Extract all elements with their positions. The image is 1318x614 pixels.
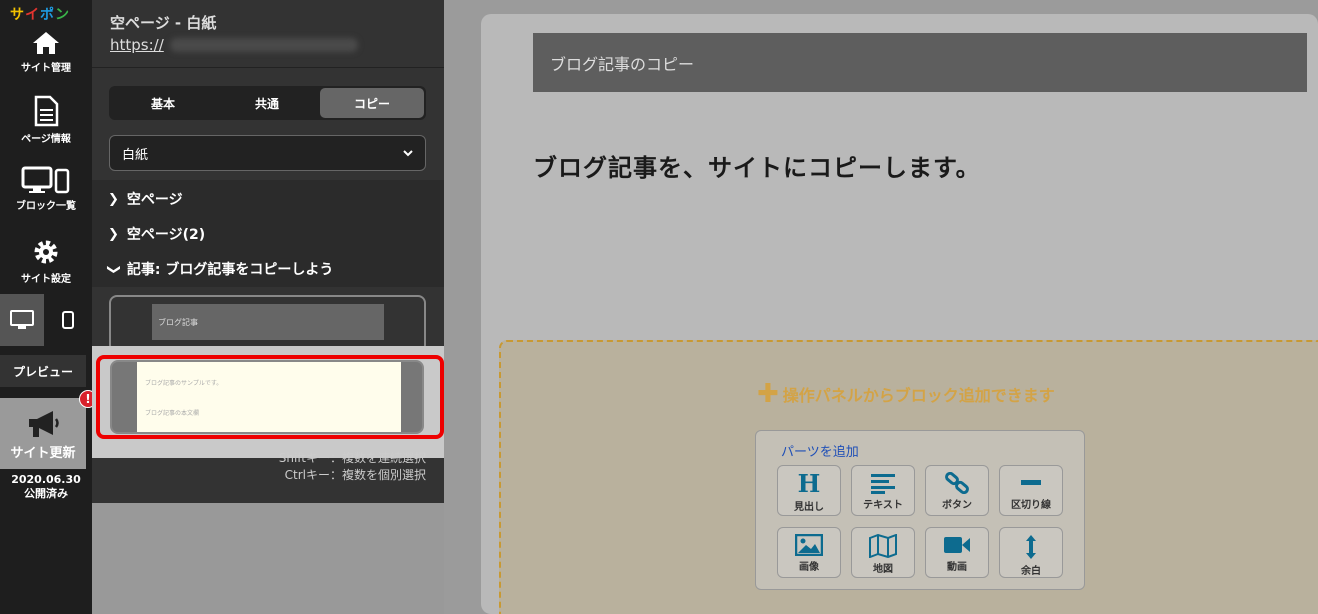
tree-item-empty-page[interactable]: ❯ 空ページ bbox=[108, 189, 183, 209]
tab-basic[interactable]: 基本 bbox=[111, 88, 215, 118]
parts-title: パーツを追加 bbox=[781, 445, 859, 460]
hint-shift: Shiftキー：複数を連続選択 bbox=[278, 451, 426, 465]
link-icon bbox=[945, 472, 969, 494]
tree-item-label: 記事: ブログ記事をコピーしよう bbox=[126, 262, 334, 278]
chevron-down-icon: ❯ bbox=[105, 263, 121, 275]
chevron-down-icon bbox=[403, 150, 413, 157]
logo-char: イ bbox=[25, 7, 40, 23]
heading-icon: H bbox=[797, 469, 821, 498]
monitor-mobile-icon bbox=[21, 166, 70, 194]
page-title: 空ページ - 白紙 bbox=[110, 14, 217, 32]
part-label: 画像 bbox=[799, 562, 819, 573]
url-redacted bbox=[170, 38, 358, 52]
preview-button[interactable]: プレビュー bbox=[0, 355, 86, 387]
part-label: テキスト bbox=[863, 500, 903, 511]
thumbnail-text: ブログ記事 bbox=[152, 304, 384, 340]
template-tree: ❯ 空ページ ❯ 空ページ(2) ❯ 記事: ブログ記事をコピーしよう bbox=[92, 180, 444, 287]
publish-date: 2020.06.30 bbox=[11, 473, 81, 486]
page-url-link[interactable]: https:// bbox=[110, 36, 164, 54]
add-block-text: 操作パネルからブロック追加できます bbox=[782, 386, 1055, 405]
panel-header: 空ページ - 白紙 https:// bbox=[92, 0, 444, 68]
copy-block-bar[interactable]: ブログ記事のコピー bbox=[533, 33, 1307, 92]
nav-site-settings[interactable]: サイト設定 bbox=[0, 237, 92, 285]
nav-label: サイト管理 bbox=[21, 63, 71, 74]
part-heading-button[interactable]: H 見出し bbox=[777, 465, 841, 516]
divider-icon bbox=[1021, 480, 1041, 485]
page-heading[interactable]: ブログ記事を、サイトにコピーします。 bbox=[533, 148, 981, 183]
selection-highlight bbox=[96, 355, 444, 439]
part-label: 動画 bbox=[947, 562, 967, 573]
part-label: 見出し bbox=[794, 502, 824, 513]
map-icon bbox=[869, 534, 897, 558]
tree-item-label: 空ページ bbox=[126, 192, 183, 208]
template-select[interactable]: 白紙 bbox=[109, 135, 426, 171]
part-video-button[interactable]: 動画 bbox=[925, 527, 989, 578]
device-pc-button[interactable] bbox=[0, 294, 44, 346]
megaphone-icon bbox=[29, 411, 59, 437]
tree-item-empty-page-2[interactable]: ❯ 空ページ(2) bbox=[108, 224, 205, 244]
tree-item-blog-article[interactable]: ❯ 記事: ブログ記事をコピーしよう bbox=[105, 259, 334, 279]
chevron-right-icon: ❯ bbox=[108, 226, 119, 242]
chevron-right-icon: ❯ bbox=[108, 191, 119, 207]
nav-label: ブロック一覧 bbox=[16, 201, 76, 212]
part-image-button[interactable]: 画像 bbox=[777, 527, 841, 578]
spacing-icon bbox=[1026, 535, 1036, 559]
publish-info: 2020.06.30 公開済み bbox=[0, 473, 92, 501]
sidebar-rail: サイポン サイト管理 ページ情報 ブロック一覧 サイト設定 プレビュー サイト更… bbox=[0, 0, 97, 614]
logo-char: サ bbox=[10, 7, 25, 23]
monitor-icon bbox=[10, 310, 34, 329]
site-update-button[interactable]: サイト更新 bbox=[0, 398, 86, 469]
part-map-button[interactable]: 地図 bbox=[851, 527, 915, 578]
part-label: 余白 bbox=[1021, 566, 1041, 577]
logo[interactable]: サイポン bbox=[10, 4, 70, 24]
add-block-message: ✚ 操作パネルからブロック追加できます bbox=[757, 379, 1055, 409]
logo-char: ポ bbox=[40, 7, 55, 23]
part-label: 区切り線 bbox=[1011, 500, 1051, 511]
document-icon bbox=[34, 95, 59, 127]
plus-icon: ✚ bbox=[757, 379, 779, 409]
template-select-value: 白紙 bbox=[122, 147, 149, 163]
video-icon bbox=[944, 537, 970, 553]
part-button-button[interactable]: ボタン bbox=[925, 465, 989, 516]
tree-item-label: 空ページ(2) bbox=[126, 227, 206, 243]
publish-status: 公開済み bbox=[24, 487, 68, 500]
nav-site-management[interactable]: サイト管理 bbox=[0, 30, 92, 74]
nav-label: サイト設定 bbox=[21, 274, 71, 285]
part-label: 地図 bbox=[873, 564, 893, 575]
logo-text: サイポン bbox=[10, 4, 70, 24]
nav-block-list[interactable]: ブロック一覧 bbox=[0, 166, 92, 212]
text-icon bbox=[871, 474, 895, 494]
nav-label: ページ情報 bbox=[21, 134, 71, 145]
logo-char: ン bbox=[55, 7, 70, 23]
hint-ctrl: Ctrlキー：複数を個別選択 bbox=[284, 468, 426, 482]
mobile-icon bbox=[62, 311, 74, 329]
gear-icon bbox=[34, 240, 58, 264]
device-mobile-button[interactable] bbox=[44, 294, 92, 346]
part-spacing-button[interactable]: 余白 bbox=[999, 527, 1063, 578]
home-icon bbox=[33, 32, 59, 54]
device-switch bbox=[0, 294, 92, 346]
part-divider-button[interactable]: 区切り線 bbox=[999, 465, 1063, 516]
part-label: ボタン bbox=[942, 500, 972, 511]
panel-tabs: 基本 共通 コピー bbox=[109, 86, 426, 120]
tab-copy[interactable]: コピー bbox=[320, 88, 424, 118]
tab-common[interactable]: 共通 bbox=[215, 88, 319, 118]
part-text-button[interactable]: テキスト bbox=[851, 465, 915, 516]
block-thumbnail-title[interactable]: ブログ記事 bbox=[109, 295, 426, 353]
image-icon bbox=[795, 534, 823, 556]
site-update-label: サイト更新 bbox=[10, 446, 76, 461]
nav-page-info[interactable]: ページ情報 bbox=[0, 95, 92, 145]
